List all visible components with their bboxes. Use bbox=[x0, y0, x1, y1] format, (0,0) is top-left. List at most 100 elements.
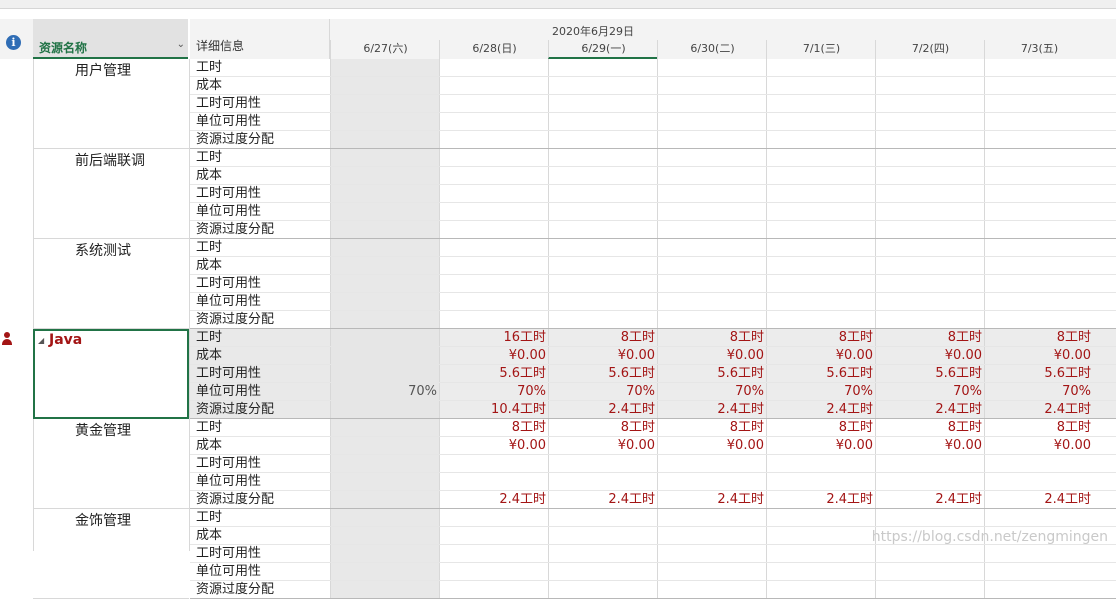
grid-cell[interactable]: 70% bbox=[548, 383, 657, 400]
grid-cell[interactable]: ¥0.00 bbox=[548, 437, 657, 454]
grid-cell[interactable]: 16工时 bbox=[439, 329, 548, 346]
detail-row[interactable]: 资源过度分配 bbox=[190, 311, 330, 329]
detail-row[interactable]: 工时可用性 bbox=[190, 95, 330, 113]
grid-cell[interactable]: ¥0.00 bbox=[439, 347, 548, 364]
grid-cell[interactable] bbox=[548, 77, 657, 94]
grid-cell[interactable] bbox=[875, 545, 984, 562]
grid-cell[interactable]: 2.4工时 bbox=[984, 401, 1093, 418]
detail-row[interactable]: 单位可用性 bbox=[190, 293, 330, 311]
grid-cell[interactable]: 5.6工时 bbox=[766, 365, 875, 382]
grid-cell[interactable]: 70% bbox=[984, 383, 1093, 400]
grid-cell[interactable] bbox=[875, 77, 984, 94]
grid-cell[interactable] bbox=[766, 545, 875, 562]
grid-cell[interactable] bbox=[875, 239, 984, 256]
grid-cell[interactable]: 70% bbox=[766, 383, 875, 400]
grid-cell[interactable] bbox=[548, 95, 657, 112]
grid-cell[interactable] bbox=[766, 257, 875, 274]
grid-cell[interactable] bbox=[548, 455, 657, 472]
grid-cell[interactable]: 8工时 bbox=[875, 329, 984, 346]
grid-cell[interactable] bbox=[657, 167, 766, 184]
grid-cell[interactable] bbox=[875, 131, 984, 148]
grid-cell[interactable] bbox=[766, 59, 875, 76]
grid-cell[interactable] bbox=[875, 95, 984, 112]
grid-cell[interactable] bbox=[657, 59, 766, 76]
grid-cell[interactable] bbox=[984, 311, 1093, 328]
grid-cell[interactable] bbox=[330, 77, 439, 94]
grid-cell[interactable] bbox=[330, 545, 439, 562]
grid-cell[interactable] bbox=[875, 509, 984, 526]
grid-cell[interactable] bbox=[330, 293, 439, 310]
grid-cell[interactable]: 8工时 bbox=[984, 329, 1093, 346]
grid-cell[interactable] bbox=[875, 293, 984, 310]
grid-cell[interactable]: 5.6工时 bbox=[548, 365, 657, 382]
grid-cell[interactable] bbox=[439, 311, 548, 328]
detail-row[interactable]: 工时 bbox=[190, 149, 330, 167]
grid-cell[interactable] bbox=[330, 203, 439, 220]
indicators-column-header[interactable]: i bbox=[0, 19, 34, 59]
grid-cell[interactable] bbox=[439, 113, 548, 130]
grid-cell[interactable] bbox=[548, 473, 657, 490]
grid-cell[interactable] bbox=[330, 329, 439, 346]
grid-cell[interactable] bbox=[548, 545, 657, 562]
detail-row[interactable]: 工时 bbox=[190, 419, 330, 437]
timescale-day-header[interactable]: 7/2(四) bbox=[875, 40, 985, 59]
grid-cell[interactable] bbox=[548, 203, 657, 220]
timescale-day-header[interactable]: 6/29(一) bbox=[548, 40, 658, 59]
grid-cell[interactable] bbox=[657, 131, 766, 148]
grid-cell[interactable] bbox=[439, 185, 548, 202]
grid-cell[interactable] bbox=[439, 563, 548, 580]
grid-cell[interactable] bbox=[875, 59, 984, 76]
grid-cell[interactable] bbox=[548, 275, 657, 292]
grid-cell[interactable]: ¥0.00 bbox=[439, 437, 548, 454]
grid-cell[interactable] bbox=[766, 113, 875, 130]
detail-row[interactable]: 资源过度分配 bbox=[190, 131, 330, 149]
grid-cell[interactable]: 8工时 bbox=[766, 329, 875, 346]
detail-row[interactable]: 工时可用性 bbox=[190, 185, 330, 203]
grid-cell[interactable] bbox=[330, 239, 439, 256]
detail-row[interactable]: 资源过度分配 bbox=[190, 491, 330, 509]
grid-cell[interactable] bbox=[439, 59, 548, 76]
grid-cell[interactable]: ¥0.00 bbox=[766, 347, 875, 364]
grid-cell[interactable]: 5.6工时 bbox=[439, 365, 548, 382]
grid-cell[interactable] bbox=[330, 113, 439, 130]
grid-cell[interactable] bbox=[657, 311, 766, 328]
grid-cell[interactable]: 8工时 bbox=[984, 419, 1093, 436]
grid-cell[interactable] bbox=[548, 509, 657, 526]
grid-cell[interactable] bbox=[330, 419, 439, 436]
grid-cell[interactable] bbox=[984, 509, 1093, 526]
grid-cell[interactable] bbox=[766, 581, 875, 598]
grid-cell[interactable]: ¥0.00 bbox=[657, 437, 766, 454]
grid-cell[interactable]: ¥0.00 bbox=[984, 347, 1093, 364]
grid-cell[interactable] bbox=[548, 167, 657, 184]
grid-cell[interactable] bbox=[984, 59, 1093, 76]
grid-cell[interactable] bbox=[548, 221, 657, 238]
grid-cell[interactable] bbox=[984, 239, 1093, 256]
grid-cell[interactable] bbox=[984, 77, 1093, 94]
timescale-day-header[interactable]: 6/27(六) bbox=[330, 40, 440, 59]
detail-row[interactable]: 成本 bbox=[190, 437, 330, 455]
grid-cell[interactable] bbox=[766, 167, 875, 184]
detail-row[interactable]: 成本 bbox=[190, 77, 330, 95]
grid-cell[interactable] bbox=[875, 203, 984, 220]
detail-row[interactable]: 成本 bbox=[190, 527, 330, 545]
grid-cell[interactable]: ¥0.00 bbox=[875, 437, 984, 454]
grid-cell[interactable] bbox=[439, 77, 548, 94]
grid-cell[interactable] bbox=[875, 185, 984, 202]
detail-row[interactable]: 单位可用性 bbox=[190, 563, 330, 581]
grid-cell[interactable]: 70% bbox=[875, 383, 984, 400]
grid-cell[interactable] bbox=[766, 203, 875, 220]
grid-cell[interactable] bbox=[875, 455, 984, 472]
timescale-day-header[interactable]: 6/30(二) bbox=[657, 40, 767, 59]
grid-cell[interactable] bbox=[330, 527, 439, 544]
grid-cell[interactable] bbox=[439, 221, 548, 238]
grid-cell[interactable] bbox=[984, 185, 1093, 202]
grid-cell[interactable] bbox=[984, 167, 1093, 184]
grid-cell[interactable] bbox=[439, 509, 548, 526]
grid-cell[interactable]: ¥0.00 bbox=[766, 437, 875, 454]
detail-row[interactable]: 成本 bbox=[190, 257, 330, 275]
grid-cell[interactable] bbox=[657, 185, 766, 202]
grid-cell[interactable] bbox=[984, 95, 1093, 112]
grid-cell[interactable] bbox=[766, 221, 875, 238]
grid-cell[interactable] bbox=[875, 149, 984, 166]
grid-cell[interactable]: 8工时 bbox=[548, 419, 657, 436]
